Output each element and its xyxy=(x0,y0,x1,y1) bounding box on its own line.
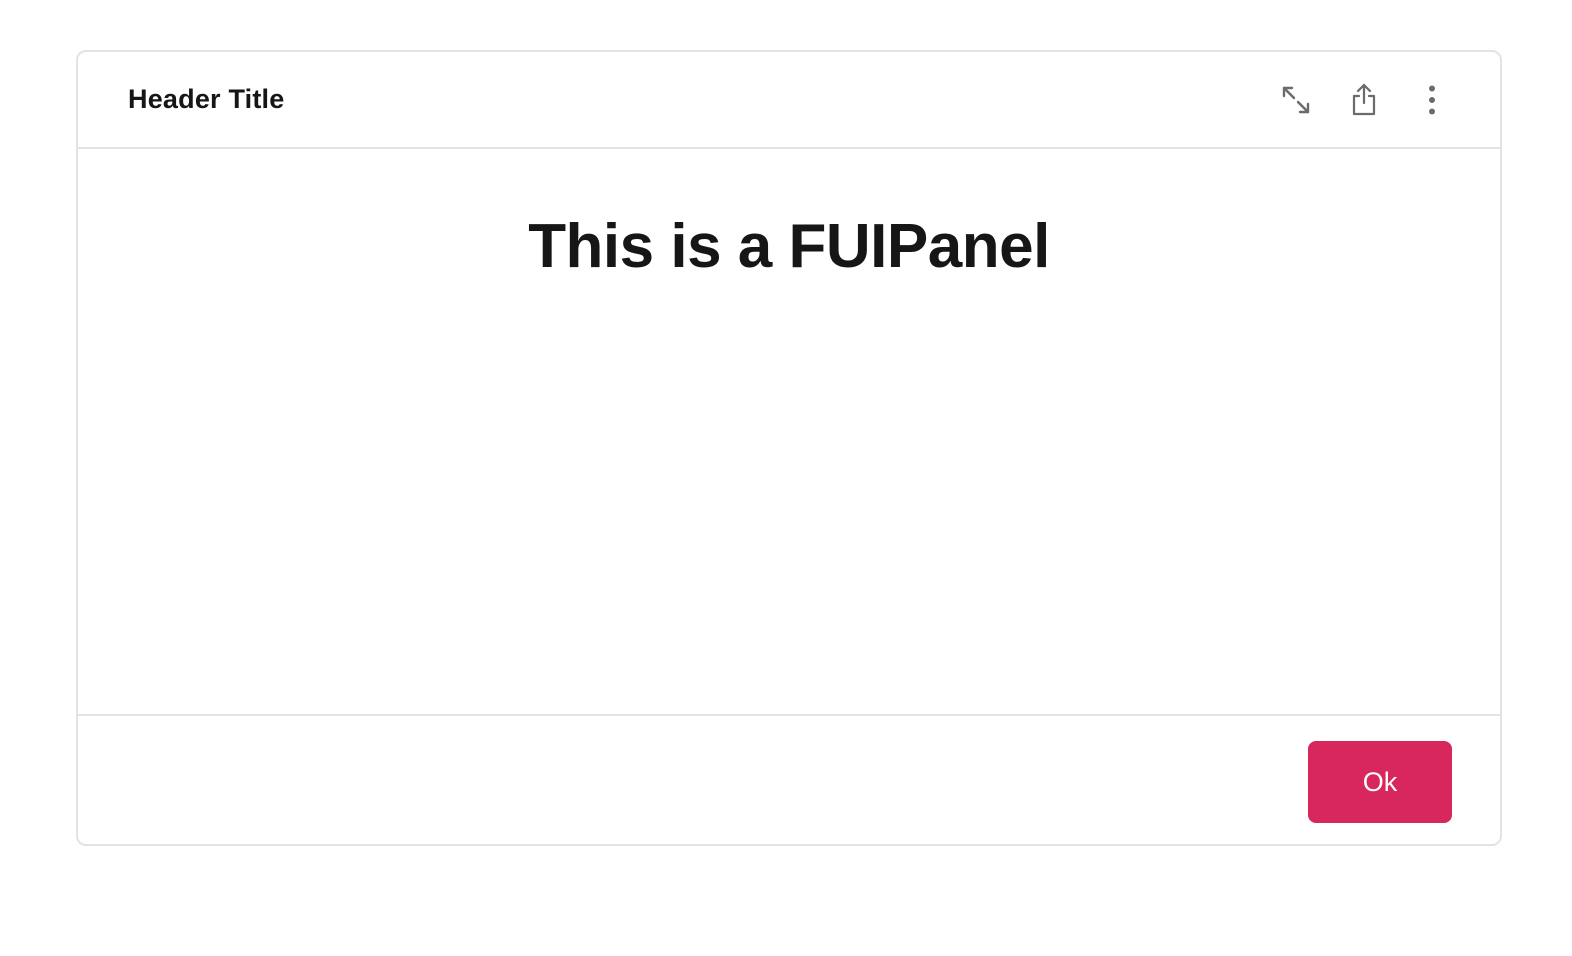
body-heading: This is a FUIPanel xyxy=(528,212,1050,281)
header-title: Header Title xyxy=(128,84,285,114)
fui-panel: Header Title This is a FUIPanel Ok xyxy=(76,50,1502,846)
more-options-button[interactable] xyxy=(1414,82,1450,118)
ok-button[interactable]: Ok xyxy=(1308,741,1452,823)
panel-body: This is a FUIPanel xyxy=(78,149,1500,716)
expand-button[interactable] xyxy=(1278,82,1314,118)
share-icon xyxy=(1352,83,1376,115)
panel-header: Header Title xyxy=(78,52,1500,149)
more-vertical-icon xyxy=(1429,85,1435,114)
panel-footer: Ok xyxy=(78,716,1500,844)
share-button[interactable] xyxy=(1346,82,1382,118)
expand-icon xyxy=(1282,86,1310,113)
header-actions xyxy=(1278,82,1450,118)
